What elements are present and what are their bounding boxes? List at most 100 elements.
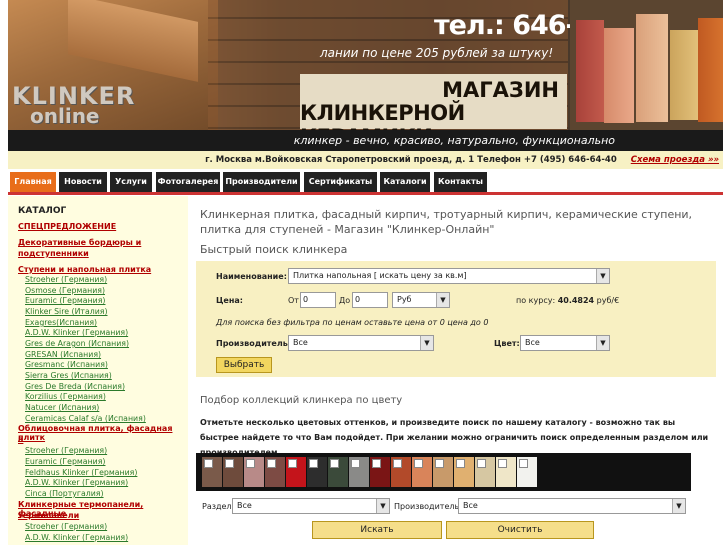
header-banner: KLINKER online тел.: 646-64-40 лании по …	[8, 0, 723, 151]
chevron-down-icon: ▼	[376, 499, 389, 513]
sidebar-subitem[interactable]: Gresmanc (Испания)	[25, 360, 108, 369]
sidebar-subitem[interactable]: GRESAN (Испания)	[25, 350, 101, 359]
nav-news[interactable]: Новости	[59, 172, 107, 192]
price-label: Цена:	[216, 296, 243, 305]
select-button[interactable]: Выбрать	[216, 357, 272, 373]
map-link[interactable]: Схема проезда »»	[631, 155, 719, 165]
sidebar-subitem[interactable]: Stroeher (Германия)	[25, 446, 107, 455]
color-swatch[interactable]	[349, 457, 369, 487]
sidebar-subitem[interactable]: A.D.W. Klinker (Германия)	[25, 328, 128, 337]
color-swatch[interactable]	[370, 457, 390, 487]
sidebar-item-borders[interactable]: Декоративные бордюры и	[18, 238, 141, 247]
sidebar-item-borders-2[interactable]: подступенники	[18, 249, 89, 258]
sidebar-subitem[interactable]: Gres de Aragon (Испания)	[25, 339, 129, 348]
color-swatch[interactable]	[412, 457, 432, 487]
sidebar-item-special-offer[interactable]: СПЕЦПРЕДЛОЖЕНИЕ	[18, 222, 116, 231]
sidebar-subitem[interactable]: A.D.W. Klinker (Германия)	[25, 478, 128, 487]
manufacturer-select[interactable]: Все ▼	[288, 335, 434, 351]
sidebar-subitem[interactable]: Gres De Breda (Испания)	[25, 382, 125, 391]
swatch-checkbox[interactable]	[414, 459, 423, 468]
sidebar-title: КАТАЛОГ	[18, 206, 67, 216]
color-swatch[interactable]	[433, 457, 453, 487]
currency-select-value: Руб	[397, 295, 412, 304]
swatch-checkbox[interactable]	[225, 459, 234, 468]
quick-search-title: Быстрый поиск клинкера	[200, 243, 348, 256]
color-swatch[interactable]	[244, 457, 264, 487]
swatch-checkbox[interactable]	[330, 459, 339, 468]
sidebar-subitem[interactable]: Stroeher (Германия)	[25, 275, 107, 284]
sidebar-subitem[interactable]: Exagres(Испания)	[25, 318, 97, 327]
color-swatch[interactable]	[454, 457, 474, 487]
chevron-down-icon: ▼	[596, 269, 609, 283]
nav-home[interactable]: Главная	[10, 172, 56, 192]
color-swatch[interactable]	[328, 457, 348, 487]
swatch-checkbox[interactable]	[393, 459, 402, 468]
brick-sand	[670, 30, 698, 120]
nav-catalogs[interactable]: Каталоги	[380, 172, 430, 192]
nav-contacts[interactable]: Контакты	[434, 172, 487, 192]
sidebar-item-steps[interactable]: Ступени и напольная плитка	[18, 265, 151, 274]
swatch-checkbox[interactable]	[246, 459, 255, 468]
currency-select[interactable]: Руб ▼	[392, 292, 450, 308]
address-text: г. Москва м.Войковская Старопетровский п…	[205, 155, 617, 165]
swatch-checkbox[interactable]	[477, 459, 486, 468]
rate-suffix: руб/€	[596, 296, 620, 305]
sidebar-subitem[interactable]: Euramic (Германия)	[25, 296, 105, 305]
sidebar-subitem[interactable]: Cinca (Португалия)	[25, 489, 104, 498]
sidebar-subitem[interactable]: Euramic (Германия)	[25, 457, 105, 466]
color-swatch[interactable]	[391, 457, 411, 487]
swatch-checkbox[interactable]	[288, 459, 297, 468]
chevron-down-icon: ▼	[436, 293, 449, 307]
sidebar-subitem[interactable]: Feldhaus Klinker (Германия)	[25, 468, 137, 477]
search-button[interactable]: Искать	[312, 521, 442, 539]
producer-select[interactable]: Все ▼	[458, 498, 686, 514]
nav-manufacturers[interactable]: Производители	[223, 172, 300, 192]
color-swatch[interactable]	[475, 457, 495, 487]
brick-orange	[698, 18, 723, 122]
sidebar-subitem[interactable]: Stroeher (Германия)	[25, 522, 107, 531]
price-to-input[interactable]: 0	[352, 292, 388, 308]
shop-title-line-1: МАГАЗИН	[442, 78, 559, 102]
nav-services[interactable]: Услуги	[110, 172, 152, 192]
price-hint: Для поиска без фильтра по ценам оставьте…	[216, 318, 489, 327]
nav-gallery[interactable]: Фотогалерея	[156, 172, 220, 192]
chevron-down-icon: ▼	[420, 336, 433, 350]
color-select[interactable]: Все ▼	[520, 335, 610, 351]
color-swatch[interactable]	[307, 457, 327, 487]
sidebar-subitem[interactable]: Natucer (Испания)	[25, 403, 99, 412]
swatch-checkbox[interactable]	[309, 459, 318, 468]
clear-button[interactable]: Очистить	[446, 521, 594, 539]
sidebar-subitem[interactable]: Sierra Gres (Испания)	[25, 371, 112, 380]
sidebar-subitem[interactable]: Klinker Sire (Италия)	[25, 307, 108, 316]
brick-peach	[636, 14, 668, 122]
sidebar-subitem[interactable]: A.D.W. Klinker (Германия)	[25, 533, 128, 542]
nav-certificates[interactable]: Сертификаты	[304, 172, 377, 192]
name-select[interactable]: Плитка напольная [ искать цену за кв.м] …	[288, 268, 610, 284]
color-swatch[interactable]	[496, 457, 516, 487]
swatch-checkbox[interactable]	[498, 459, 507, 468]
chevron-down-icon: ▼	[672, 499, 685, 513]
color-swatch[interactable]	[202, 457, 222, 487]
site-logo[interactable]: KLINKER online	[12, 82, 135, 128]
swatch-checkbox[interactable]	[267, 459, 276, 468]
swatch-checkbox[interactable]	[435, 459, 444, 468]
sidebar-subitem[interactable]: Ceramicas Calaf s/a (Испания)	[25, 414, 146, 423]
swatch-checkbox[interactable]	[519, 459, 528, 468]
swatch-checkbox[interactable]	[456, 459, 465, 468]
color-swatch[interactable]	[223, 457, 243, 487]
section-select[interactable]: Все ▼	[232, 498, 390, 514]
sidebar-item-facade-tiles-2[interactable]: а	[18, 435, 23, 444]
brick-pink	[604, 28, 634, 123]
color-swatch[interactable]	[517, 457, 537, 487]
sidebar-item-thermopanels-2[interactable]: термопанели	[18, 511, 79, 520]
color-swatch[interactable]	[265, 457, 285, 487]
chevron-down-icon: ▼	[596, 336, 609, 350]
swatch-checkbox[interactable]	[372, 459, 381, 468]
price-from-input[interactable]: 0	[300, 292, 336, 308]
swatch-checkbox[interactable]	[351, 459, 360, 468]
sidebar-item-facade-tiles[interactable]: Облицовочная плитка, фасадная плитк	[18, 424, 188, 442]
swatch-checkbox[interactable]	[204, 459, 213, 468]
sidebar-subitem[interactable]: Korzilius (Германия)	[25, 392, 106, 401]
sidebar-subitem[interactable]: Osmose (Германия)	[25, 286, 105, 295]
color-swatch[interactable]	[286, 457, 306, 487]
